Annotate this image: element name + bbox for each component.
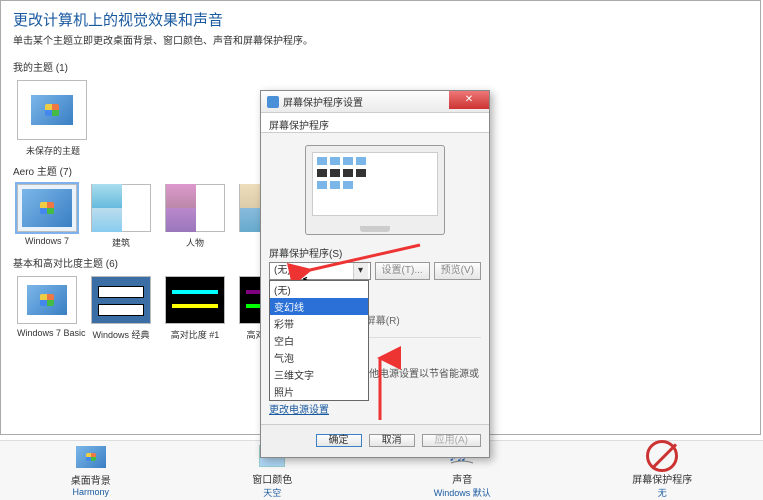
- dialog-tab[interactable]: 屏幕保护程序: [261, 113, 489, 133]
- footer-background[interactable]: 桌面背景 Harmony: [71, 444, 111, 497]
- option-lines[interactable]: 变幻线: [270, 298, 368, 315]
- screensaver-combobox[interactable]: (无): [269, 262, 371, 280]
- section-my-themes: 我的主题 (1): [1, 57, 760, 76]
- page-title: 更改计算机上的视觉效果和声音: [1, 1, 760, 32]
- option-bubbles[interactable]: 气泡: [270, 349, 368, 366]
- settings-button[interactable]: 设置(T)...: [375, 262, 430, 280]
- theme-unsaved[interactable]: 未保存的主题: [17, 80, 89, 157]
- no-sign-icon: [646, 440, 678, 472]
- theme-hc1[interactable]: 高对比度 #1: [165, 276, 225, 341]
- option-ribbon[interactable]: 彩带: [270, 315, 368, 332]
- dialog-titlebar[interactable]: 屏幕保护程序设置 ✕: [261, 91, 489, 113]
- option-blank[interactable]: 空白: [270, 332, 368, 349]
- theme-basic[interactable]: Windows 7 Basic: [17, 276, 77, 341]
- cancel-button[interactable]: 取消: [369, 434, 415, 447]
- theme-char[interactable]: 人物: [165, 184, 225, 249]
- page-subtitle: 单击某个主题立即更改桌面背景、窗口颜色、声音和屏幕保护程序。: [1, 32, 760, 57]
- screensaver-label: 屏幕保护程序(S): [269, 245, 481, 260]
- footer-screensaver[interactable]: 屏幕保护程序 无: [632, 443, 692, 499]
- screensaver-dropdown: (无) 变幻线 彩带 空白 气泡 三维文字 照片: [269, 280, 369, 401]
- close-button[interactable]: ✕: [449, 91, 489, 109]
- dialog-icon: [267, 96, 279, 108]
- option-none[interactable]: (无): [270, 281, 368, 298]
- theme-win7[interactable]: Windows 7: [17, 184, 77, 249]
- option-photos[interactable]: 照片: [270, 383, 368, 400]
- ok-button[interactable]: 确定: [316, 434, 362, 447]
- power-settings-link[interactable]: 更改电源设置: [269, 401, 481, 416]
- preview-button[interactable]: 预览(V): [434, 262, 481, 280]
- option-3dtext[interactable]: 三维文字: [270, 366, 368, 383]
- screensaver-preview: [305, 145, 445, 235]
- theme-arch[interactable]: 建筑: [91, 184, 151, 249]
- theme-classic[interactable]: Windows 经典: [91, 276, 151, 341]
- dialog-footer: 确定 取消 应用(A): [261, 424, 489, 457]
- screensaver-dialog: 屏幕保护程序设置 ✕ 屏幕保护程序 屏幕保护程序(S) (无) (无) 变幻线 …: [260, 90, 490, 458]
- apply-button[interactable]: 应用(A): [422, 434, 481, 447]
